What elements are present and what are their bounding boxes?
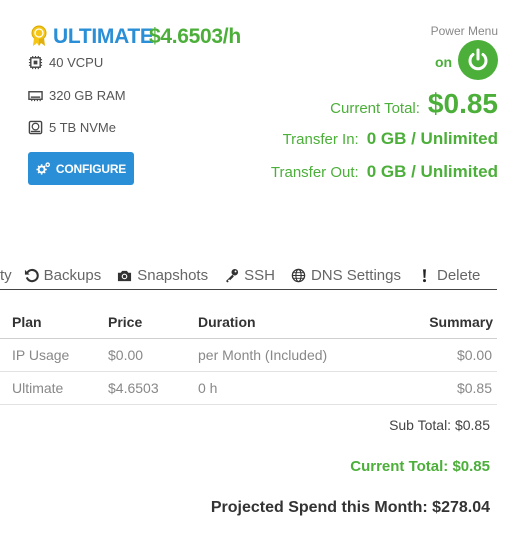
row-duration-cell: per Month (Included) <box>198 347 328 363</box>
restore-icon <box>24 268 39 283</box>
tab-partial-label: ty <box>0 267 12 284</box>
spec-ram-unit: RAM <box>96 88 126 103</box>
row-price-cell: $0.00 <box>108 347 144 363</box>
col-price-header: Price <box>108 314 143 330</box>
tab-delete[interactable]: Delete <box>417 267 480 284</box>
current-total-value: $0.85 <box>427 88 498 119</box>
table-row: Ultimate $4.6503 0 h $0.85 <box>0 372 497 405</box>
tab-partial[interactable]: ty <box>0 267 12 284</box>
tab-delete-label: Delete <box>437 267 481 284</box>
spec-disk-value: 5 TB <box>49 120 77 135</box>
row-summary-cell: $0.85 <box>456 380 492 396</box>
table-header-row: Plan Price Duration Summary <box>0 306 497 339</box>
camera-icon <box>118 270 132 282</box>
col-plan-header: Plan <box>12 314 42 330</box>
col-summary-header: Summary <box>429 314 493 330</box>
row-summary-cell: $0.00 <box>456 347 492 363</box>
disk-icon <box>28 120 43 135</box>
tab-backups[interactable]: Backups <box>24 267 102 284</box>
plan-name: ULTIMATE <box>53 25 154 48</box>
globe-icon <box>291 268 306 283</box>
current-total-label: Current Total: <box>330 100 420 117</box>
power-icon <box>468 48 488 71</box>
configure-button-label: CONFIGURE <box>55 161 127 176</box>
tab-ssh-label: SSH <box>244 267 275 284</box>
tab-dns-settings[interactable]: DNS Settings <box>291 267 401 284</box>
transfer-in-label: Transfer In: <box>282 131 359 148</box>
tab-backups-label: Backups <box>43 267 102 284</box>
award-badge-icon <box>30 25 48 47</box>
plan-hourly-rate: $4.6503/h <box>149 25 241 48</box>
configure-button[interactable]: CONFIGURE <box>28 152 134 185</box>
spec-ram: 320 GB RAM <box>28 88 126 103</box>
current-total-header: Current Total: $0.85 <box>330 88 498 120</box>
tab-snapshots[interactable]: Snapshots <box>117 267 208 284</box>
table-row: IP Usage $0.00 per Month (Included) $0.0… <box>0 339 497 372</box>
spec-cpu-value: 40 <box>49 55 64 70</box>
tab-bar: ty Backups Snapshots SSH DNS Settings De… <box>0 262 497 290</box>
tab-dns-settings-label: DNS Settings <box>310 267 401 284</box>
tab-snapshots-label: Snapshots <box>137 267 209 284</box>
projected-spend: Projected Spend this Month: $278.04 <box>210 499 490 516</box>
spec-cpu-unit: VCPU <box>67 55 104 70</box>
cogs-icon <box>36 162 50 175</box>
row-price-cell: $4.6503 <box>108 380 159 396</box>
row-duration-cell: 0 h <box>198 380 218 396</box>
transfer-out-value: 0 GB / Unlimited <box>366 162 498 181</box>
transfer-out: Transfer Out: 0 GB / Unlimited <box>271 162 498 182</box>
current-total-summary: Current Total: $0.85 <box>350 458 490 475</box>
ram-icon <box>28 91 43 102</box>
spec-ram-value: 320 GB <box>49 88 94 103</box>
spec-disk: 5 TB NVMe <box>28 120 116 135</box>
cpu-icon <box>28 55 43 70</box>
row-plan-cell: Ultimate <box>12 380 64 396</box>
sub-total: Sub Total: $0.85 <box>389 417 490 433</box>
transfer-out-label: Transfer Out: <box>270 164 359 181</box>
col-duration-header: Duration <box>198 314 256 330</box>
tab-ssh[interactable]: SSH <box>224 267 275 284</box>
power-state: on <box>435 54 453 70</box>
key-icon <box>225 268 239 283</box>
row-plan-cell: IP Usage <box>12 347 70 363</box>
exclamation-icon <box>423 269 426 283</box>
power-button[interactable] <box>458 40 498 80</box>
spec-cpu: 40 VCPU <box>28 55 103 70</box>
power-menu-label: Power Menu <box>430 24 498 38</box>
transfer-in-value: 0 GB / Unlimited <box>366 129 498 148</box>
transfer-in: Transfer In: 0 GB / Unlimited <box>283 129 498 149</box>
spec-disk-unit: NVMe <box>79 120 116 135</box>
